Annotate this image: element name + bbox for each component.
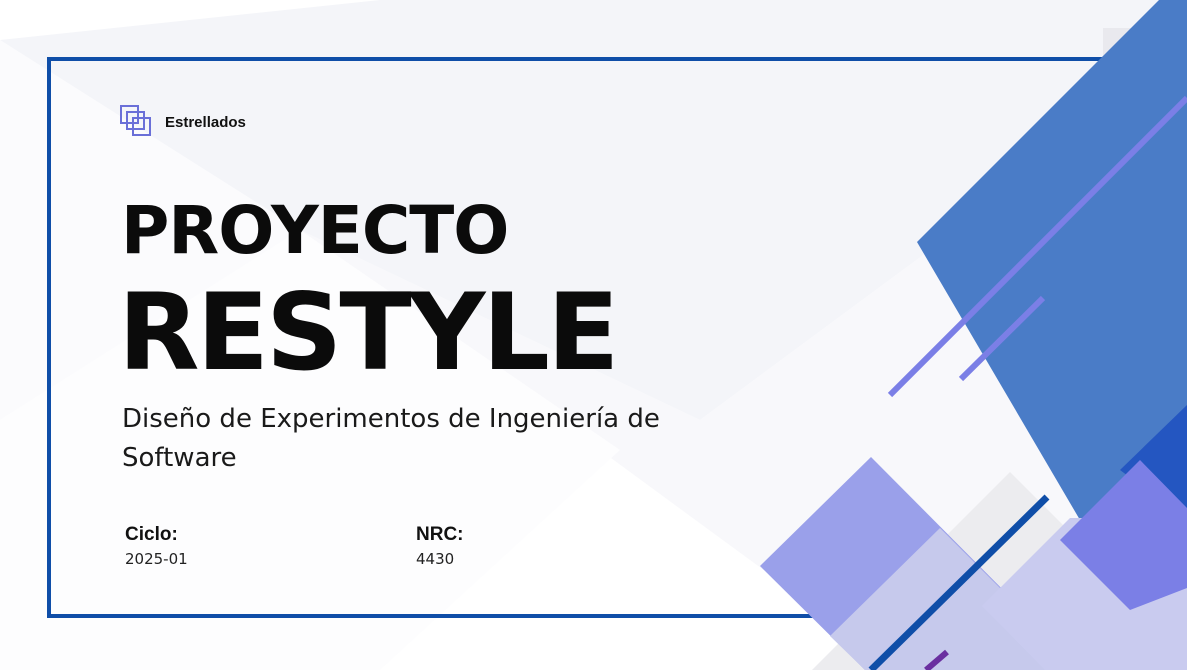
brand: Estrellados xyxy=(119,104,246,140)
title-line-1: PROYECTO xyxy=(121,192,509,269)
stacked-squares-icon xyxy=(120,105,151,136)
nrc-info: NRC: 4430 xyxy=(416,522,464,570)
nrc-label: NRC: xyxy=(416,524,464,545)
brand-name: Estrellados xyxy=(165,113,246,131)
subtitle: Diseño de Experimentos de Ingeniería de … xyxy=(122,404,660,473)
nrc-value: 4430 xyxy=(416,550,455,568)
cycle-label: Ciclo: xyxy=(125,524,178,545)
cycle-info: Ciclo: 2025-01 xyxy=(125,522,188,570)
title-line-2: RESTYLE xyxy=(118,271,619,394)
cycle-value: 2025-01 xyxy=(125,550,188,568)
